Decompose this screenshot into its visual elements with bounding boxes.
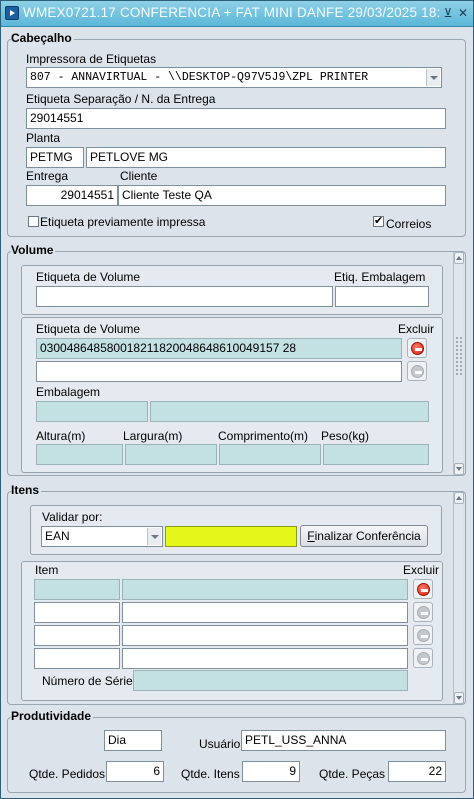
impressora-value: 807 - ANNAVIRTUAL - \\DESKTOP-Q97V5J9\ZP… bbox=[30, 71, 369, 84]
usuario-field[interactable]: PETL_USS_ANNA bbox=[241, 730, 446, 751]
delete-icon bbox=[411, 365, 424, 378]
previamente-label: Etiqueta previamente impressa bbox=[40, 215, 206, 229]
planta-label: Planta bbox=[26, 131, 61, 145]
qtde-itens-field[interactable]: 9 bbox=[242, 761, 300, 782]
largura-field[interactable] bbox=[125, 444, 217, 465]
qtde-pedidos-label: Qtde. Pedidos bbox=[29, 767, 106, 781]
etiqueta-volume-label: Etiqueta de Volume bbox=[36, 270, 141, 284]
volume-excluir-header: Excluir bbox=[398, 322, 435, 336]
itens-scrollbar[interactable] bbox=[453, 492, 464, 704]
correios-checkbox[interactable] bbox=[373, 214, 384, 227]
scroll-down-icon[interactable] bbox=[454, 692, 464, 704]
volume-row-1[interactable]: 030048648580018211820048648610049157 28 bbox=[36, 338, 402, 359]
etiqueta-separacao-input[interactable]: 29014551 bbox=[26, 108, 446, 129]
scroll-down-icon[interactable] bbox=[454, 463, 464, 475]
qtde-pedidos-field[interactable]: 6 bbox=[106, 761, 164, 782]
minimize-icon[interactable]: ⊻ bbox=[442, 7, 454, 19]
item-row-1-desc[interactable] bbox=[122, 579, 408, 600]
validar-select[interactable]: EAN bbox=[41, 526, 163, 547]
delete-item-2-button[interactable] bbox=[413, 602, 433, 622]
impressora-label: Impressora de Etiquetas bbox=[26, 52, 157, 66]
qtde-pecas-field[interactable]: 22 bbox=[388, 761, 446, 782]
item-row-2-code[interactable] bbox=[34, 602, 120, 623]
item-header: Item bbox=[35, 563, 59, 577]
comprimento-label: Comprimento(m) bbox=[218, 429, 309, 443]
itens-heading: Itens bbox=[11, 483, 42, 497]
previamente-checkbox[interactable] bbox=[28, 216, 39, 227]
item-row-3-code[interactable] bbox=[34, 625, 120, 646]
item-row-2-desc[interactable] bbox=[122, 602, 408, 623]
title-bar[interactable]: WMEX0721.17 CONFERENCIA + FAT MINI DANFE… bbox=[1, 1, 473, 27]
embalagem-code-field[interactable] bbox=[36, 401, 148, 422]
cliente-field[interactable]: Cliente Teste QA bbox=[118, 185, 446, 206]
planta-name-field[interactable]: PETLOVE MG bbox=[86, 147, 446, 168]
dia-field[interactable]: Dia bbox=[104, 730, 162, 751]
peso-label: Peso(kg) bbox=[321, 429, 370, 443]
correios-label: Correios bbox=[386, 217, 432, 231]
item-row-4-desc[interactable] bbox=[122, 648, 408, 669]
volume-list-header: Etiqueta de Volume bbox=[36, 322, 141, 336]
qtde-itens-label: Qtde. Itens bbox=[181, 767, 240, 781]
cliente-label: Cliente bbox=[120, 169, 158, 183]
window-title: WMEX0721.17 CONFERENCIA + FAT MINI DANFE… bbox=[23, 5, 441, 20]
delete-icon bbox=[417, 606, 430, 619]
validar-label: Validar por: bbox=[42, 510, 103, 524]
scroll-up-icon[interactable] bbox=[454, 252, 464, 264]
delete-row-2-button[interactable] bbox=[407, 361, 427, 381]
delete-row-1-button[interactable] bbox=[407, 338, 427, 358]
embalagem-desc-field[interactable] bbox=[150, 401, 429, 422]
form-window: WMEX0721.17 CONFERENCIA + FAT MINI DANFE… bbox=[0, 0, 474, 799]
numero-serie-label: Número de Série bbox=[42, 674, 133, 688]
chevron-down-icon[interactable] bbox=[147, 528, 161, 545]
delete-icon bbox=[417, 629, 430, 642]
volume-row-2[interactable] bbox=[36, 361, 402, 382]
itens-excluir-header: Excluir bbox=[403, 563, 440, 577]
delete-icon bbox=[417, 652, 430, 665]
item-row-1-code[interactable] bbox=[34, 579, 120, 600]
barcode-input[interactable] bbox=[165, 526, 297, 547]
scroll-up-icon[interactable] bbox=[454, 492, 464, 504]
peso-field[interactable] bbox=[323, 444, 429, 465]
produtividade-heading: Produtividade bbox=[11, 709, 94, 723]
impressora-select[interactable]: 807 - ANNAVIRTUAL - \\DESKTOP-Q97V5J9\ZP… bbox=[26, 67, 442, 88]
item-row-4-code[interactable] bbox=[34, 648, 120, 669]
entrega-field[interactable]: 29014551 bbox=[26, 185, 118, 206]
entrega-label: Entrega bbox=[26, 169, 69, 183]
app-icon bbox=[5, 6, 19, 20]
etiqueta-separacao-label: Etiqueta Separação / N. da Entrega bbox=[26, 92, 216, 106]
delete-icon bbox=[411, 342, 424, 355]
altura-label: Altura(m) bbox=[36, 429, 86, 443]
finalizar-conferencia-button[interactable]: Finalizar Conferência bbox=[300, 525, 428, 547]
delete-item-1-button[interactable] bbox=[413, 579, 433, 599]
numero-serie-field[interactable] bbox=[133, 670, 408, 691]
etiq-embalagem-input[interactable] bbox=[335, 286, 429, 307]
altura-field[interactable] bbox=[36, 444, 123, 465]
validar-value: EAN bbox=[45, 529, 70, 543]
largura-label: Largura(m) bbox=[123, 429, 183, 443]
etiq-embalagem-label: Etiq. Embalagem bbox=[334, 270, 426, 284]
comprimento-field[interactable] bbox=[219, 444, 321, 465]
delete-item-4-button[interactable] bbox=[413, 648, 433, 668]
close-icon[interactable]: ✕ bbox=[457, 7, 469, 19]
delete-item-3-button[interactable] bbox=[413, 625, 433, 645]
resize-grip bbox=[455, 336, 463, 376]
cabecalho-heading: Cabeçalho bbox=[11, 31, 74, 45]
volume-heading: Volume bbox=[11, 243, 56, 257]
planta-code-field[interactable]: PETMG bbox=[26, 147, 84, 168]
etiqueta-volume-input[interactable] bbox=[36, 286, 333, 307]
item-row-3-desc[interactable] bbox=[122, 625, 408, 646]
usuario-label: Usuário bbox=[199, 737, 241, 751]
chevron-down-icon[interactable] bbox=[426, 69, 440, 86]
qtde-pecas-label: Qtde. Peças bbox=[319, 767, 386, 781]
embalagem-label: Embalagem bbox=[36, 385, 101, 399]
delete-icon bbox=[417, 583, 430, 596]
